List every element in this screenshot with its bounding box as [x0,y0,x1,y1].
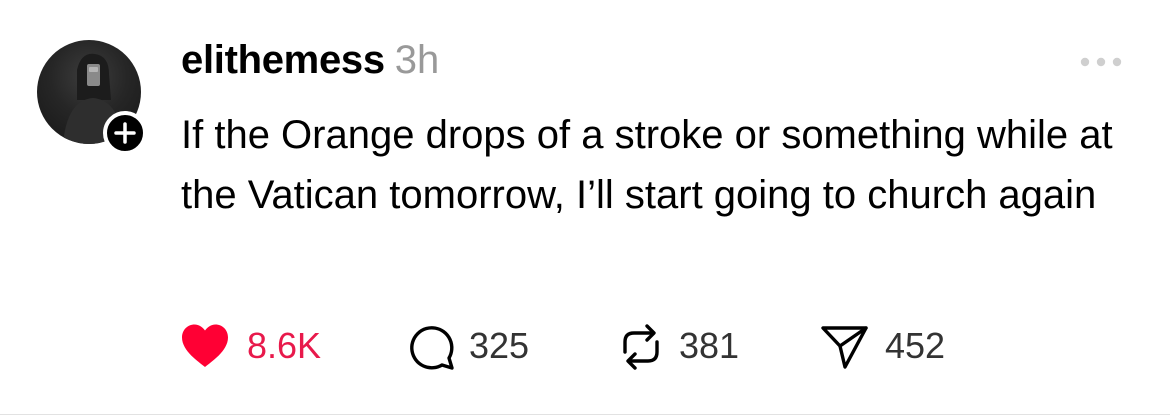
repost-count: 381 [679,325,740,366]
more-dots-icon [1080,57,1122,67]
post-timestamp: 3h [394,38,440,82]
avatar-container [37,40,147,155]
post-body-text: If the Orange drops of a stroke or somet… [181,113,1113,217]
repost-button[interactable]: 381 [615,318,755,374]
like-button[interactable]: 8.6K [179,318,349,374]
reply-count: 325 [469,325,530,366]
more-options-button[interactable] [1076,50,1126,74]
plus-icon [114,122,136,144]
comment-icon [410,326,454,370]
share-count: 452 [885,325,946,366]
post-header: elithemess 3h [181,38,439,86]
like-count: 8.6K [247,325,322,366]
thread-post: elithemess 3h If the Orange drops of a st… [0,0,1170,419]
follow-button[interactable] [103,111,147,155]
send-icon [821,326,868,369]
divider [0,414,1170,415]
share-button[interactable]: 452 [819,318,959,374]
author-username[interactable]: elithemess [181,38,385,82]
reply-button[interactable]: 325 [407,318,547,374]
heart-icon [182,324,228,367]
repost-icon [623,324,659,370]
